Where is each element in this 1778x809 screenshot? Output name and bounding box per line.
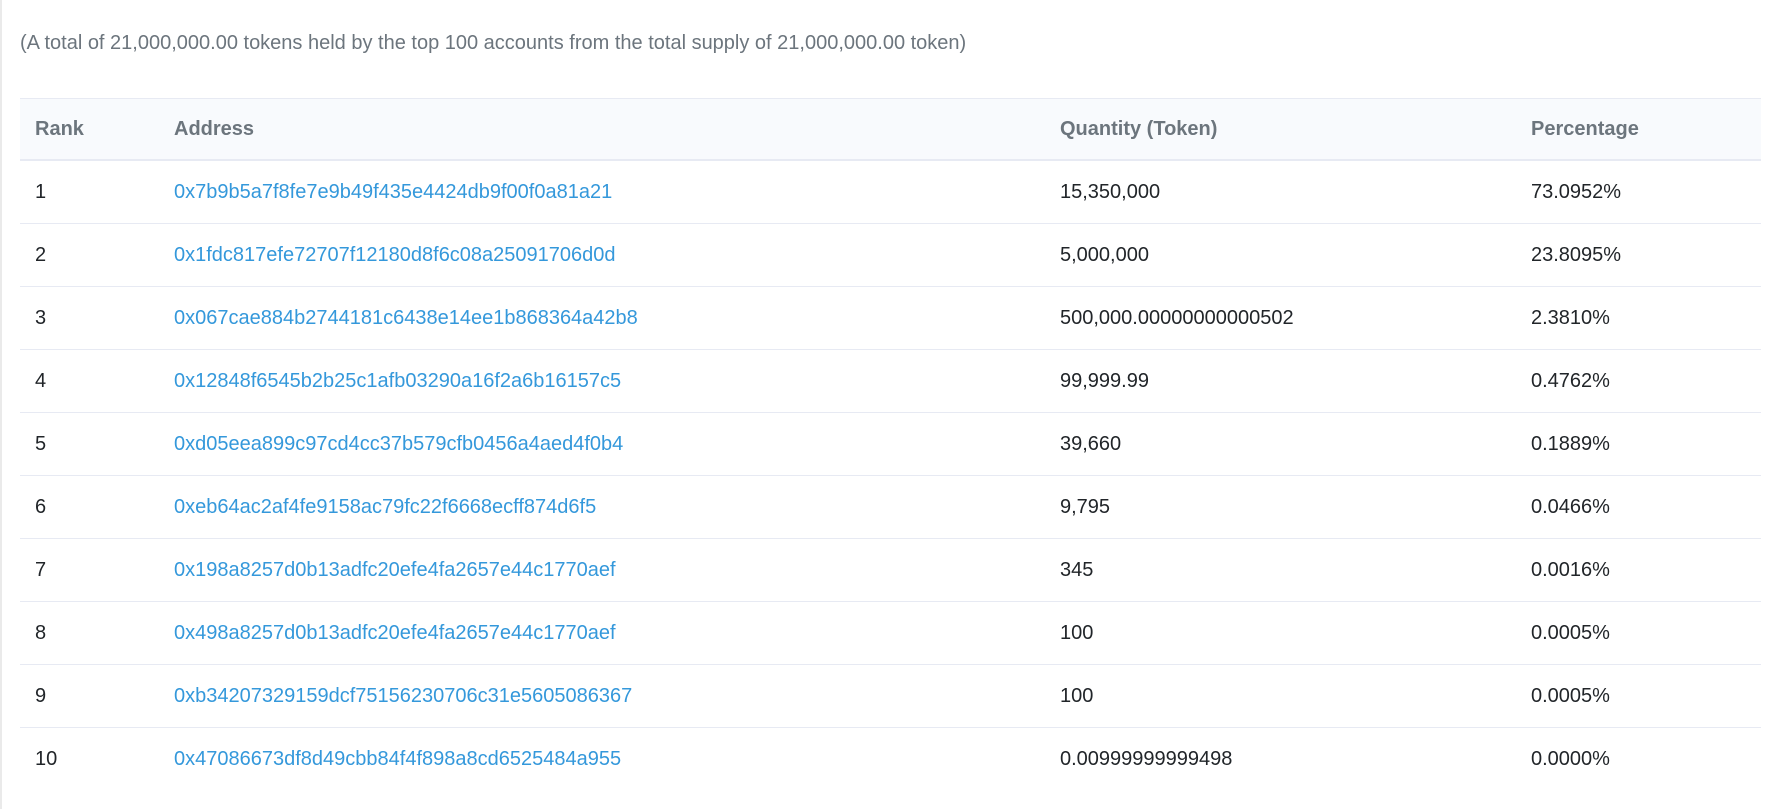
table-row: 4 0x12848f6545b2b25c1afb03290a16f2a6b1615… — [20, 349, 1761, 413]
quantity-cell: 100 — [1045, 601, 1516, 665]
address-cell: 0x7b9b5a7f8fe7e9b49f435e4424db9f00f0a81a… — [159, 160, 1045, 224]
rank-cell: 2 — [20, 223, 159, 287]
page-left-border — [0, 0, 2, 809]
percentage-cell: 0.0000% — [1531, 747, 1610, 770]
rank-cell: 3 — [20, 286, 159, 350]
address-cell: 0x498a8257d0b13adfc20efe4fa2657e44c1770a… — [159, 601, 1045, 665]
address-link[interactable]: 0x1fdc817efe72707f12180d8f6c08a25091706d… — [174, 244, 616, 266]
quantity-column-header: Quantity (Token) — [1060, 117, 1218, 140]
address-link[interactable]: 0xeb64ac2af4fe9158ac79fc22f6668ecff874d6… — [174, 496, 596, 518]
table-row: 6 0xeb64ac2af4fe9158ac79fc22f6668ecff874d… — [20, 475, 1761, 539]
percentage-cell: 0.1889% — [1516, 412, 1761, 476]
table-row: 10 0x47086673df8d49cbb84f4f898a8cd6525484… — [20, 728, 1761, 791]
address-cell: 0x1fdc817efe72707f12180d8f6c08a25091706d… — [159, 223, 1045, 287]
quantity-cell: 5,000,000 — [1045, 223, 1516, 287]
percentage-cell: 0.4762% — [1516, 349, 1761, 413]
table-row: 3 0x067cae884b2744181c6438e14ee1b868364a4… — [20, 286, 1761, 350]
rank-column-header: Rank — [35, 117, 84, 140]
quantity-cell: 345 — [1045, 538, 1516, 602]
rank-cell: 9 — [20, 664, 159, 728]
percentage-cell: 0.0466% — [1516, 475, 1761, 539]
address-link[interactable]: 0x12848f6545b2b25c1afb03290a16f2a6b16157… — [174, 370, 621, 392]
table-header-row: Rank Address Quantity (Token) Percentage — [20, 98, 1761, 160]
address-link[interactable]: 0x067cae884b2744181c6438e14ee1b868364a42… — [174, 307, 638, 329]
rank-cell: 8 — [20, 601, 159, 665]
rank-cell: 4 — [20, 349, 159, 413]
table-row: 1 0x7b9b5a7f8fe7e9b49f435e4424db9f00f0a81… — [20, 160, 1761, 224]
table-row: 5 0xd05eea899c97cd4cc37b579cfb0456a4aed4f… — [20, 412, 1761, 476]
rank-cell: 6 — [20, 475, 159, 539]
rank-cell: 7 — [20, 538, 159, 602]
address-cell: 0x12848f6545b2b25c1afb03290a16f2a6b16157… — [159, 349, 1045, 413]
rank-cell: 10 — [35, 747, 58, 770]
percentage-cell: 2.3810% — [1516, 286, 1761, 350]
percentage-column-header: Percentage — [1531, 117, 1639, 140]
quantity-cell: 0.00999999999498 — [1060, 747, 1233, 770]
table-header: Rank Address Quantity (Token) Percentage — [20, 98, 1761, 160]
address-cell: 0x067cae884b2744181c6438e14ee1b868364a42… — [159, 286, 1045, 350]
token-holders-table: Rank Address Quantity (Token) Percentage… — [20, 98, 1761, 790]
address-column-header: Address — [174, 117, 255, 140]
address-link[interactable]: 0x47086673df8d49cbb84f4f898a8cd6525484a9… — [174, 748, 621, 770]
quantity-cell: 15,350,000 — [1045, 160, 1516, 224]
table-row: 8 0x498a8257d0b13adfc20efe4fa2657e44c1770… — [20, 601, 1761, 665]
percentage-cell: 73.0952% — [1516, 160, 1761, 224]
address-link[interactable]: 0xd05eea899c97cd4cc37b579cfb0456a4aed4f0… — [174, 433, 623, 455]
percentage-cell: 0.0005% — [1516, 664, 1761, 728]
quantity-cell: 500,000.00000000000502 — [1045, 286, 1516, 350]
address-link[interactable]: 0xb34207329159dcf75156230706c31e56050863… — [174, 685, 632, 707]
quantity-cell: 100 — [1045, 664, 1516, 728]
address-link[interactable]: 0x198a8257d0b13adfc20efe4fa2657e44c1770a… — [174, 559, 616, 581]
table-row: 7 0x198a8257d0b13adfc20efe4fa2657e44c1770… — [20, 538, 1761, 602]
percentage-cell: 0.0005% — [1516, 601, 1761, 665]
address-link[interactable]: 0x498a8257d0b13adfc20efe4fa2657e44c1770a… — [174, 622, 616, 644]
table-body: 1 0x7b9b5a7f8fe7e9b49f435e4424db9f00f0a81… — [20, 160, 1761, 790]
rank-cell: 1 — [20, 160, 159, 224]
percentage-cell: 23.8095% — [1516, 223, 1761, 287]
table-row: 9 0xb34207329159dcf75156230706c31e5605086… — [20, 664, 1761, 728]
address-cell: 0x198a8257d0b13adfc20efe4fa2657e44c1770a… — [159, 538, 1045, 602]
quantity-cell: 99,999.99 — [1045, 349, 1516, 413]
address-cell: 0xeb64ac2af4fe9158ac79fc22f6668ecff874d6… — [159, 475, 1045, 539]
address-cell: 0x47086673df8d49cbb84f4f898a8cd6525484a9… — [159, 728, 1045, 791]
rank-cell: 5 — [20, 412, 159, 476]
quantity-cell: 39,660 — [1045, 412, 1516, 476]
quantity-cell: 9,795 — [1045, 475, 1516, 539]
address-cell: 0xb34207329159dcf75156230706c31e56050863… — [159, 664, 1045, 728]
percentage-cell: 0.0016% — [1516, 538, 1761, 602]
address-cell: 0xd05eea899c97cd4cc37b579cfb0456a4aed4f0… — [159, 412, 1045, 476]
table-row: 2 0x1fdc817efe72707f12180d8f6c08a25091706… — [20, 223, 1761, 287]
holders-summary-text: (A total of 21,000,000.00 tokens held by… — [20, 32, 967, 54]
address-link[interactable]: 0x7b9b5a7f8fe7e9b49f435e4424db9f00f0a81a… — [174, 181, 612, 203]
